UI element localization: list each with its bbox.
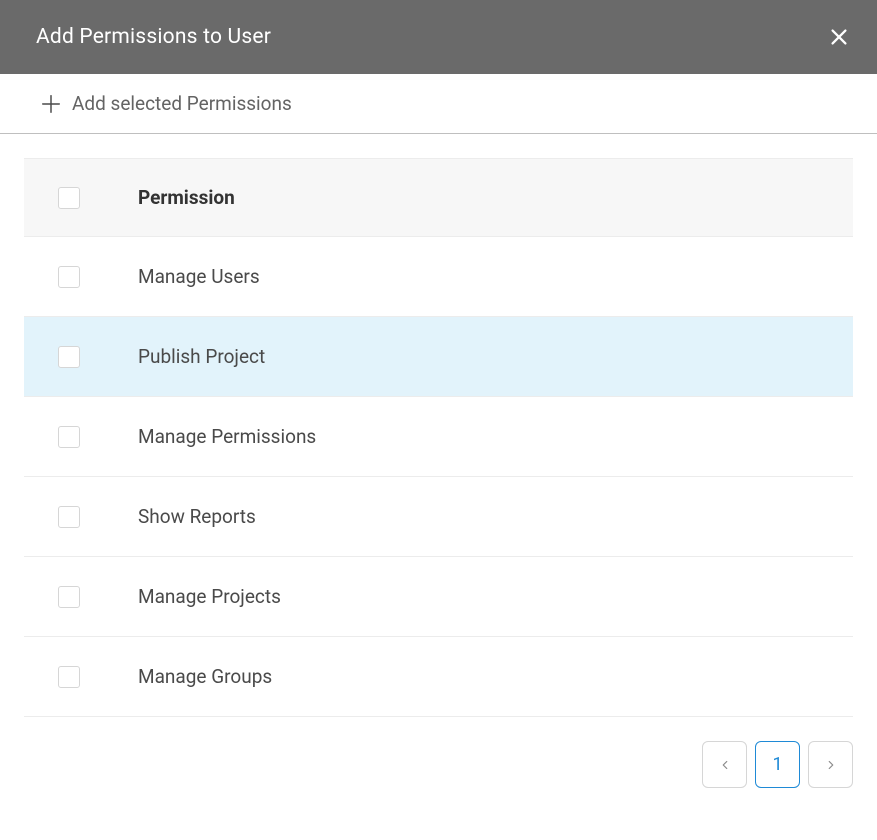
table-body: Manage Users Publish Project Manage Permis… xyxy=(24,237,853,717)
pager-page-1-button[interactable]: 1 xyxy=(755,741,800,788)
pager-current-page-label: 1 xyxy=(772,754,782,775)
permission-label: Manage Permissions xyxy=(138,425,316,448)
close-button[interactable] xyxy=(825,23,853,51)
pager: 1 xyxy=(0,717,877,788)
chevron-left-icon xyxy=(718,758,732,772)
add-selected-permissions-button[interactable]: Add selected Permissions xyxy=(40,92,292,115)
pager-next-button[interactable] xyxy=(808,741,853,788)
row-checkbox-cell xyxy=(58,266,138,288)
row-checkbox[interactable] xyxy=(58,666,80,688)
table-row[interactable]: Show Reports xyxy=(24,477,853,557)
select-all-checkbox[interactable] xyxy=(58,187,80,209)
table-row[interactable]: Manage Permissions xyxy=(24,397,853,477)
add-selected-label: Add selected Permissions xyxy=(72,92,292,115)
row-checkbox-cell xyxy=(58,346,138,368)
close-icon xyxy=(828,26,850,48)
plus-icon xyxy=(40,93,62,115)
table-row[interactable]: Manage Users xyxy=(24,237,853,317)
select-all-cell xyxy=(58,187,138,209)
row-checkbox-cell xyxy=(58,666,138,688)
row-checkbox[interactable] xyxy=(58,426,80,448)
column-header-permission[interactable]: Permission xyxy=(138,186,235,209)
table-row[interactable]: Publish Project xyxy=(24,317,853,397)
row-checkbox[interactable] xyxy=(58,506,80,528)
permission-label: Manage Projects xyxy=(138,585,281,608)
table-header-row: Permission xyxy=(24,158,853,237)
permission-label: Publish Project xyxy=(138,345,265,368)
permission-label: Show Reports xyxy=(138,505,256,528)
row-checkbox[interactable] xyxy=(58,586,80,608)
pager-prev-button[interactable] xyxy=(702,741,747,788)
permission-label: Manage Users xyxy=(138,265,260,288)
row-checkbox-cell xyxy=(58,506,138,528)
permission-label: Manage Groups xyxy=(138,665,272,688)
row-checkbox-cell xyxy=(58,586,138,608)
permissions-table: Permission Manage UsersPublish ProjectMa… xyxy=(0,134,877,717)
row-checkbox[interactable] xyxy=(58,266,80,288)
table-row[interactable]: Manage Projects xyxy=(24,557,853,637)
row-checkbox-cell xyxy=(58,426,138,448)
chevron-right-icon xyxy=(824,758,838,772)
dialog-title: Add Permissions to User xyxy=(36,25,271,49)
toolbar: Add selected Permissions xyxy=(0,74,877,134)
dialog-header: Add Permissions to User xyxy=(0,0,877,74)
row-checkbox[interactable] xyxy=(58,346,80,368)
table-row[interactable]: Manage Groups xyxy=(24,637,853,717)
